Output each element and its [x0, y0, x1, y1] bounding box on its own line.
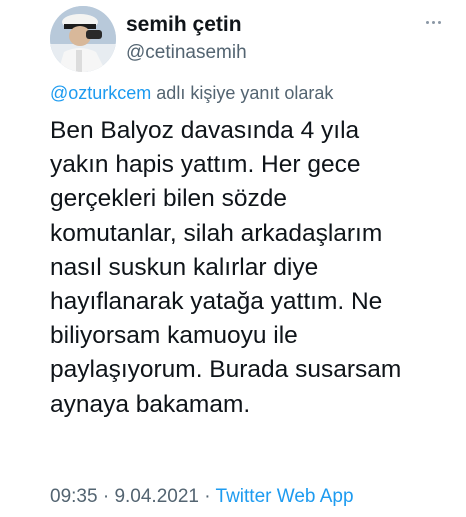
more-dots-icon[interactable]: [420, 12, 446, 32]
tweet-time[interactable]: 09:35: [50, 486, 98, 507]
dot: [425, 20, 429, 24]
tweet-text-line: Ben Balyoz davasında 4 yıla: [50, 117, 360, 144]
tweet-text: Ben Balyoz davasında 4 yıla yakın hapis …: [50, 114, 450, 422]
dot: [437, 20, 441, 24]
reply-context-text: adlı kişiye yanıt olarak: [151, 83, 334, 103]
tweet-text-line: biliyorsam kamuoyu ile: [50, 322, 298, 350]
meta-separator: ·: [97, 486, 115, 507]
tweet-date[interactable]: 9.04.2021: [114, 486, 199, 507]
tweet-text-line: paylaşıyorum. Burada susarsam: [50, 356, 402, 384]
tweet-text-line: aynaya bakamam.: [50, 390, 251, 418]
reply-mention-link[interactable]: @ozturkcem: [50, 83, 151, 103]
reply-context: @ozturkcem adlı kişiye yanıt olarak: [50, 83, 333, 104]
tweet-source-app[interactable]: Twitter Web App: [216, 486, 354, 507]
tweet-text-line: hayıflanarak yatağa yattım. Ne: [50, 288, 383, 316]
tweet-text-line: yakın hapis yattım. Her gece: [50, 151, 361, 179]
avatar[interactable]: [50, 6, 116, 72]
author-handle[interactable]: @cetinasemih: [126, 42, 247, 64]
tweet-card: semih çetin @cetinasemih @ozturkcem adlı…: [0, 0, 466, 517]
author-display-name[interactable]: semih çetin: [126, 13, 242, 37]
meta-separator: ·: [198, 486, 216, 507]
tweet-text-line: nasıl suskun kalırlar diye: [50, 253, 319, 281]
tweet-text-line: gerçekleri bilen sözde: [50, 185, 287, 213]
avatar-image: [50, 6, 116, 72]
tweet-text-line: komutanlar, silah arkadaşlarım: [50, 219, 383, 247]
dot: [431, 20, 435, 24]
tweet-meta: 09:35 · 9.04.2021 · Twitter Web App: [50, 486, 354, 508]
